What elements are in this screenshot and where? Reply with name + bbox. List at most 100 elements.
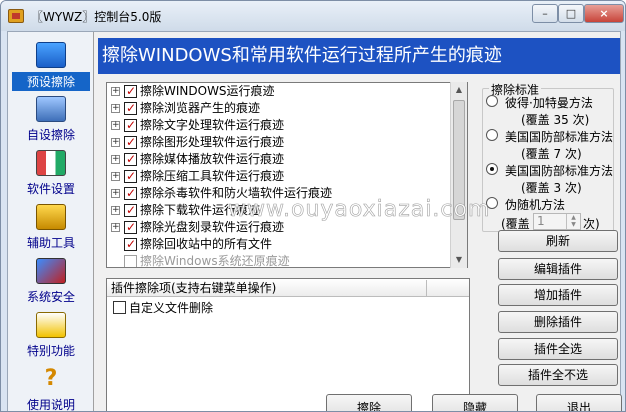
tree-checkbox[interactable] — [124, 202, 137, 219]
tree-checkbox[interactable] — [124, 219, 137, 236]
tree-checkbox[interactable] — [124, 236, 137, 253]
sidebar-item-custom-erase[interactable]: 自设擦除 — [12, 94, 90, 148]
tree-checkbox[interactable] — [124, 151, 137, 168]
custom-erase-icon — [36, 96, 66, 122]
plugin-checkbox[interactable] — [113, 301, 126, 314]
hide-button[interactable]: 隐藏 — [432, 394, 518, 411]
erase-items-tree[interactable]: + 擦除WINDOWS运行痕迹 + 擦除浏览器产生的痕迹 + 擦除文字处理软件运行痕迹… — [106, 82, 468, 268]
expand-icon[interactable]: + — [111, 206, 120, 215]
scroll-up-icon[interactable]: ▲ — [451, 82, 467, 98]
radio-dod-3[interactable] — [486, 163, 498, 175]
tree-item-label: 擦除文字处理软件运行痕迹 — [140, 118, 285, 132]
tree-scrollbar[interactable]: ▲ ▼ — [450, 82, 467, 268]
maximize-button[interactable]: □ — [558, 4, 584, 23]
tree-checkbox[interactable] — [124, 134, 137, 151]
sidebar-item-label: 系统安全 — [26, 290, 75, 304]
sidebar-item-system-security[interactable]: 系统安全 — [12, 256, 90, 310]
tree-item[interactable]: + 擦除媒体播放软件运行痕迹 — [107, 151, 467, 168]
tree-item[interactable]: + 擦除压缩工具软件运行痕迹 — [107, 168, 467, 185]
special-features-icon — [36, 312, 66, 338]
option-sublabel: (覆盖 7 次) — [521, 147, 582, 161]
sidebar-item-help[interactable]: ? 使用说明 — [12, 364, 90, 412]
select-all-plugins-button[interactable]: 插件全选 — [498, 338, 618, 360]
preset-erase-icon — [36, 42, 66, 68]
option-sublabel: (覆盖 35 次) — [521, 113, 590, 127]
option-label: 伪随机方法 — [505, 198, 566, 212]
refresh-button[interactable]: 刷新 — [498, 230, 618, 252]
sidebar-item-special-features[interactable]: 特别功能 — [12, 310, 90, 364]
client-area: 预设擦除 自设擦除 软件设置 辅助工具 系统安全 特别功能 ? 使用说明 擦除W… — [7, 31, 622, 412]
sidebar-item-preset-erase[interactable]: 预设擦除 — [12, 40, 90, 94]
expand-icon[interactable]: + — [111, 223, 120, 232]
expand-icon[interactable]: + — [111, 121, 120, 130]
pass-count-stepper: 1 ▲ ▼ — [533, 213, 581, 230]
tree-item[interactable]: + 擦除光盘刻录软件运行痕迹 — [107, 219, 467, 236]
tree-item-label: 擦除WINDOWS运行痕迹 — [140, 84, 275, 98]
title-bar[interactable]: 〖WYWZ〗控制台5.0版 – □ × — [1, 1, 625, 31]
deselect-all-plugins-button[interactable]: 插件全不选 — [498, 364, 618, 386]
option-label: 彼得·加特曼方法 — [505, 96, 593, 110]
spin-down-icon: ▼ — [566, 221, 580, 229]
close-button[interactable]: × — [584, 4, 624, 23]
scroll-thumb[interactable] — [453, 100, 465, 220]
sidebar-item-label: 特别功能 — [26, 344, 75, 358]
tree-checkbox[interactable] — [124, 117, 137, 134]
expand-icon[interactable]: + — [111, 189, 120, 198]
sidebar-item-label: 辅助工具 — [26, 236, 75, 250]
minimize-button[interactable]: – — [532, 4, 558, 23]
erase-standard-group: 擦除标准 彼得·加特曼方法 (覆盖 35 次) 美国国防部标准方法 (覆盖 7 … — [482, 81, 614, 232]
edit-plugin-button[interactable]: 编辑插件 — [498, 258, 618, 280]
tree-item-label: 擦除Windows系统还原痕迹 — [140, 254, 290, 268]
app-logo-icon — [8, 9, 24, 23]
erase-button[interactable]: 擦除 — [326, 394, 412, 411]
tree-item-label: 擦除回收站中的所有文件 — [140, 237, 273, 251]
tree-item[interactable]: + 擦除下载软件运行痕迹 — [107, 202, 467, 219]
exit-button[interactable]: 退出 — [536, 394, 622, 411]
scroll-down-icon[interactable]: ▼ — [451, 252, 467, 268]
tree-item[interactable]: + 擦除图形处理软件运行痕迹 — [107, 134, 467, 151]
tree-checkbox[interactable] — [124, 168, 137, 185]
tree-checkbox[interactable] — [124, 185, 137, 202]
expand-icon[interactable]: + — [111, 138, 120, 147]
sidebar-item-label: 使用说明 — [26, 398, 75, 412]
tree-item[interactable]: + 擦除文字处理软件运行痕迹 — [107, 117, 467, 134]
plugin-column-header[interactable]: 插件擦除项(支持右键菜单操作) — [107, 280, 427, 296]
sidebar-item-label: 自设擦除 — [26, 128, 75, 142]
tree-checkbox — [124, 255, 137, 267]
expand-icon[interactable]: + — [111, 87, 120, 96]
tree-item-label: 擦除压缩工具软件运行痕迹 — [140, 169, 285, 183]
helper-tools-icon — [36, 204, 66, 230]
sidebar: 预设擦除 自设擦除 软件设置 辅助工具 系统安全 特别功能 ? 使用说明 — [8, 32, 94, 412]
sidebar-item-software-settings[interactable]: 软件设置 — [12, 148, 90, 202]
radio-pseudo-random[interactable] — [486, 197, 498, 209]
plugin-list-header[interactable]: 插件擦除项(支持右键菜单操作) — [107, 279, 469, 297]
app-window: 〖WYWZ〗控制台5.0版 – □ × 预设擦除 自设擦除 软件设置 辅助工具 — [0, 0, 626, 412]
tree-item[interactable]: + 擦除浏览器产生的痕迹 — [107, 100, 467, 117]
sidebar-item-helper-tools[interactable]: 辅助工具 — [12, 202, 90, 256]
radio-dod-7[interactable] — [486, 129, 498, 141]
page-title: 擦除WINDOWS和常用软件运行过程所产生的痕迹 — [98, 38, 620, 74]
help-icon: ? — [44, 366, 58, 391]
tree-checkbox[interactable] — [124, 83, 137, 100]
expand-icon[interactable]: + — [111, 104, 120, 113]
plugin-list[interactable]: 插件擦除项(支持右键菜单操作) 自定义文件删除 — [106, 278, 470, 411]
tree-item[interactable]: + 擦除杀毒软件和防火墙软件运行痕迹 — [107, 185, 467, 202]
tree-item-label: 擦除下载软件运行痕迹 — [140, 203, 261, 217]
sidebar-item-label: 预设擦除 — [12, 72, 90, 91]
tree-item-label: 擦除媒体播放软件运行痕迹 — [140, 152, 285, 166]
sidebar-item-label: 软件设置 — [26, 182, 75, 196]
delete-plugin-button[interactable]: 删除插件 — [498, 311, 618, 333]
tree-item-label: 擦除图形处理软件运行痕迹 — [140, 135, 285, 149]
tree-item-label: 擦除浏览器产生的痕迹 — [140, 101, 261, 115]
tree-item-label: 擦除杀毒软件和防火墙软件运行痕迹 — [140, 186, 333, 200]
option-label: 美国国防部标准方法 — [505, 164, 614, 178]
tree-item[interactable]: + 擦除WINDOWS运行痕迹 — [107, 83, 467, 100]
plugin-item-label: 自定义文件删除 — [129, 301, 214, 315]
tree-checkbox[interactable] — [124, 100, 137, 117]
add-plugin-button[interactable]: 增加插件 — [498, 284, 618, 306]
expand-icon[interactable]: + — [111, 155, 120, 164]
expand-icon[interactable]: + — [111, 172, 120, 181]
radio-gutmann[interactable] — [486, 95, 498, 107]
tree-item[interactable]: 擦除回收站中的所有文件 — [107, 236, 467, 253]
pass-count-value: 1 — [537, 214, 545, 228]
